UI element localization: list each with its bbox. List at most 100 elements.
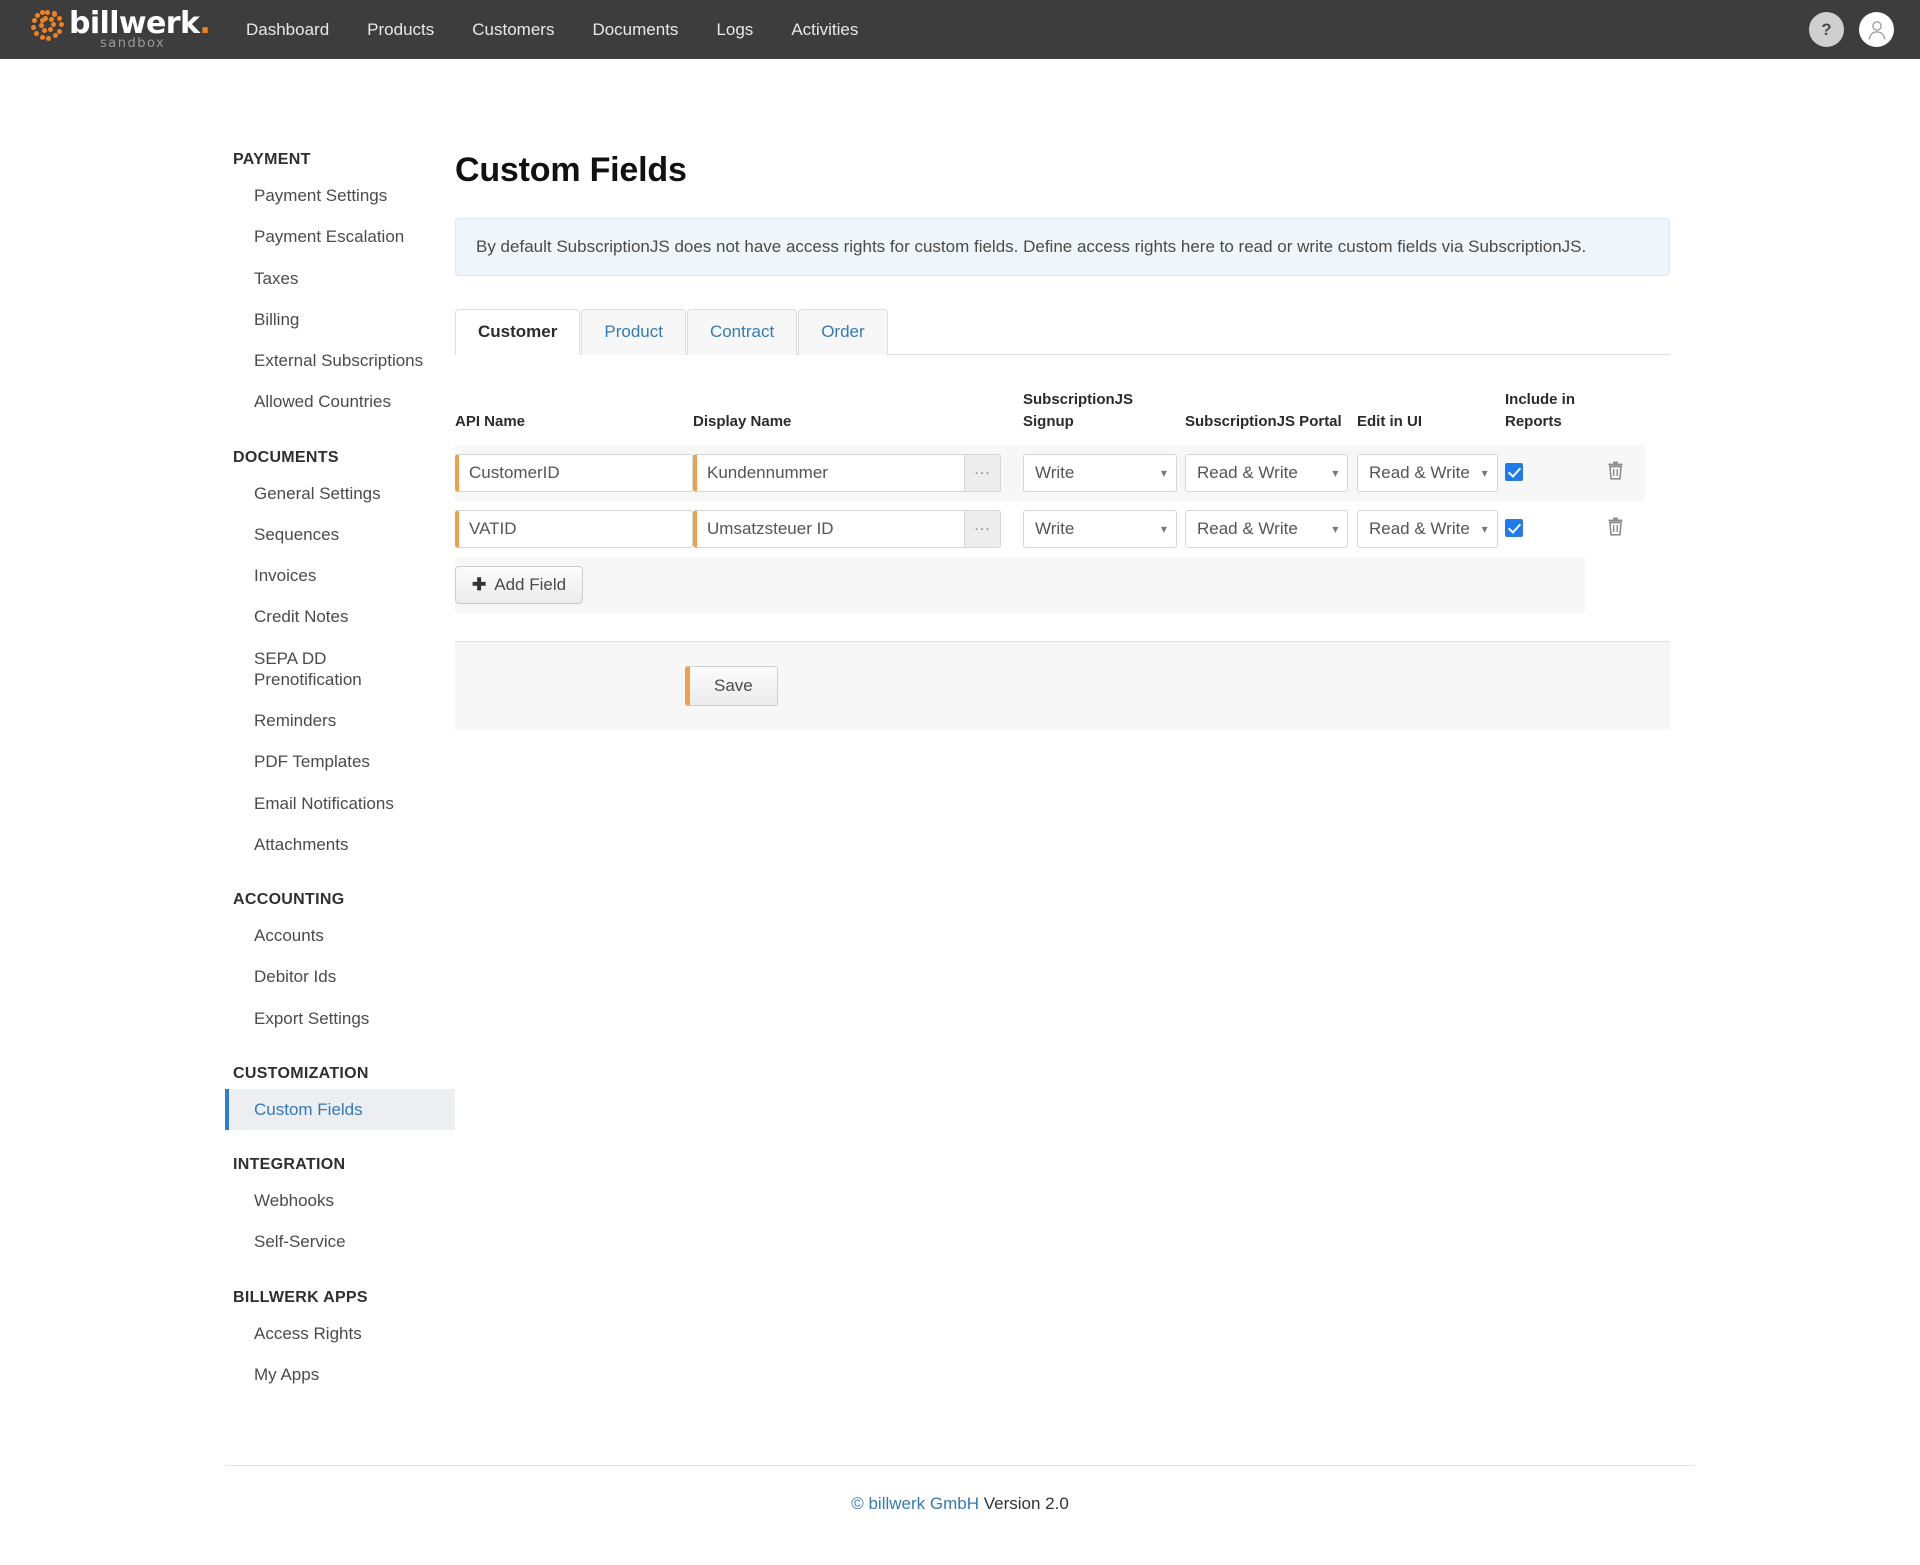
cell-include-in-reports — [1505, 444, 1585, 501]
header-signup-line2: Signup — [1023, 412, 1074, 430]
page-footer: © billwerk GmbH Version 2.0 — [225, 1465, 1695, 1536]
trash-icon — [1608, 461, 1622, 480]
main-content: Custom Fields By default SubscriptionJS … — [455, 59, 1670, 1395]
sidebar-item-access-rights[interactable]: Access Rights — [225, 1313, 455, 1354]
help-button[interactable]: ? — [1809, 12, 1844, 47]
page-body: PAYMENT Payment Settings Payment Escalat… — [0, 59, 1920, 1395]
user-avatar-button[interactable] — [1859, 12, 1894, 47]
sidebar-item-export-settings[interactable]: Export Settings — [225, 998, 455, 1039]
sidebar-item-general-settings[interactable]: General Settings — [225, 473, 455, 514]
add-field-label: Add Field — [494, 574, 567, 594]
sidebar-item-webhooks[interactable]: Webhooks — [225, 1180, 455, 1221]
nav-item-documents[interactable]: Documents — [592, 12, 678, 48]
cell-api-name — [455, 501, 693, 557]
sidebar-item-external-subscriptions[interactable]: External Subscriptions — [225, 340, 455, 381]
display-name-translations-button[interactable]: ... — [965, 453, 1001, 492]
header-subscriptionjs-portal: SubscriptionJS Portal — [1185, 412, 1342, 430]
cell-delete — [1585, 501, 1645, 557]
cell-portal: NoneReadWriteRead & Write ▾ — [1185, 444, 1357, 501]
sidebar-item-email-notifications[interactable]: Email Notifications — [225, 783, 455, 824]
header-edit-in-ui: Edit in UI — [1357, 412, 1422, 430]
sidebar-item-sequences[interactable]: Sequences — [225, 514, 455, 555]
signup-select[interactable]: NoneReadWriteRead & Write — [1023, 509, 1177, 548]
header-subscriptionjs-signup: SubscriptionJS Signup — [1023, 389, 1185, 445]
signup-select[interactable]: NoneReadWriteRead & Write — [1023, 453, 1177, 492]
cell-delete — [1585, 444, 1645, 501]
tab-customer[interactable]: Customer — [455, 309, 581, 356]
sidebar-item-accounts[interactable]: Accounts — [225, 915, 455, 956]
sidebar-item-credit-notes[interactable]: Credit Notes — [225, 596, 455, 637]
cell-edit-in-ui: NoneReadWriteRead & Write ▾ — [1357, 444, 1505, 501]
sidebar-item-attachments[interactable]: Attachments — [225, 824, 455, 865]
cell-signup: NoneReadWriteRead & Write ▾ — [1023, 501, 1185, 557]
custom-fields-table: API Name Display Name SubscriptionJS Sig… — [455, 389, 1645, 613]
trash-icon — [1608, 517, 1622, 536]
display-name-input[interactable] — [693, 453, 965, 492]
tab-order[interactable]: Order — [798, 309, 888, 356]
brand-subtitle: sandbox — [100, 36, 166, 51]
sidebar-item-sepa-dd-prenotification[interactable]: SEPA DD Prenotification — [225, 638, 375, 701]
nav-item-dashboard[interactable]: Dashboard — [246, 12, 329, 48]
sidebar-item-allowed-countries[interactable]: Allowed Countries — [225, 381, 455, 422]
sidebar-group-payment: PAYMENT — [233, 151, 311, 168]
top-navigation-bar: billwerk. sandbox Dashboard Products Cus… — [0, 0, 1920, 59]
header-signup-line1: SubscriptionJS — [1023, 391, 1134, 409]
sidebar-item-self-service[interactable]: Self-Service — [225, 1221, 455, 1262]
table-row: ... NoneReadWriteRead & Write ▾ NoneRead… — [455, 501, 1645, 557]
sidebar-item-custom-fields[interactable]: Custom Fields — [225, 1088, 455, 1130]
save-button[interactable]: Save — [685, 665, 778, 706]
main-nav-links: Dashboard Products Customers Documents L… — [246, 12, 896, 48]
portal-select[interactable]: NoneReadWriteRead & Write — [1185, 509, 1349, 548]
plus-icon: ✚ — [472, 575, 487, 595]
add-field-cell: ✚ Add Field — [455, 556, 1585, 613]
nav-item-activities[interactable]: Activities — [791, 12, 858, 48]
info-alert: By default SubscriptionJS does not have … — [455, 218, 1670, 277]
cell-signup: NoneReadWriteRead & Write ▾ — [1023, 444, 1185, 501]
header-api-name: API Name — [455, 412, 526, 430]
delete-row-button[interactable] — [1607, 517, 1624, 541]
header-display-name: Display Name — [693, 412, 792, 430]
api-name-input[interactable] — [455, 509, 693, 548]
display-name-translations-button[interactable]: ... — [965, 509, 1001, 548]
cell-display-name: ... — [693, 444, 1023, 501]
header-reports-line1: Include in — [1505, 391, 1576, 409]
tab-product[interactable]: Product — [581, 309, 686, 356]
delete-row-button[interactable] — [1607, 461, 1624, 485]
edit-ui-select[interactable]: NoneReadWriteRead & Write — [1357, 509, 1498, 548]
nav-item-customers[interactable]: Customers — [472, 12, 554, 48]
cell-edit-in-ui: NoneReadWriteRead & Write ▾ — [1357, 501, 1505, 557]
api-name-input[interactable] — [455, 453, 693, 492]
sidebar-group-accounting: ACCOUNTING — [233, 891, 345, 908]
footer-version: Version 2.0 — [983, 1494, 1069, 1513]
portal-select[interactable]: NoneReadWriteRead & Write — [1185, 453, 1349, 492]
brand-logo[interactable]: billwerk. sandbox — [28, 0, 214, 59]
sidebar-item-taxes[interactable]: Taxes — [225, 258, 455, 299]
sidebar-item-debitor-ids[interactable]: Debitor Ids — [225, 956, 455, 997]
nav-item-products[interactable]: Products — [367, 12, 434, 48]
display-name-input[interactable] — [693, 509, 965, 548]
cell-display-name: ... — [693, 501, 1023, 557]
settings-sidebar: PAYMENT Payment Settings Payment Escalat… — [225, 59, 455, 1395]
edit-ui-select[interactable]: NoneReadWriteRead & Write — [1357, 453, 1498, 492]
table-header-row: API Name Display Name SubscriptionJS Sig… — [455, 389, 1645, 445]
sidebar-item-invoices[interactable]: Invoices — [225, 555, 455, 596]
sidebar-item-my-apps[interactable]: My Apps — [225, 1354, 455, 1395]
footer-wrapper: © billwerk GmbH Version 2.0 — [0, 1465, 1920, 1536]
include-in-reports-checkbox[interactable] — [1505, 519, 1523, 538]
nav-item-logs[interactable]: Logs — [716, 12, 753, 48]
sidebar-item-payment-settings[interactable]: Payment Settings — [225, 175, 455, 216]
sidebar-item-reminders[interactable]: Reminders — [225, 700, 455, 741]
sidebar-item-billing[interactable]: Billing — [225, 299, 455, 340]
brand-name: billwerk. — [69, 6, 211, 41]
sidebar-item-payment-escalation[interactable]: Payment Escalation — [225, 216, 455, 257]
header-reports-line2: Reports — [1505, 412, 1562, 430]
sidebar-item-pdf-templates[interactable]: PDF Templates — [225, 741, 455, 782]
footer-company-link[interactable]: © billwerk GmbH — [851, 1494, 979, 1513]
include-in-reports-checkbox[interactable] — [1505, 463, 1523, 482]
save-bar: Save — [455, 640, 1670, 730]
sidebar-group-documents: DOCUMENTS — [233, 448, 339, 466]
sidebar-group-customization: CUSTOMIZATION — [233, 1064, 369, 1082]
tab-contract[interactable]: Contract — [686, 309, 798, 356]
cell-api-name — [455, 444, 693, 501]
add-field-button[interactable]: ✚ Add Field — [455, 565, 584, 604]
